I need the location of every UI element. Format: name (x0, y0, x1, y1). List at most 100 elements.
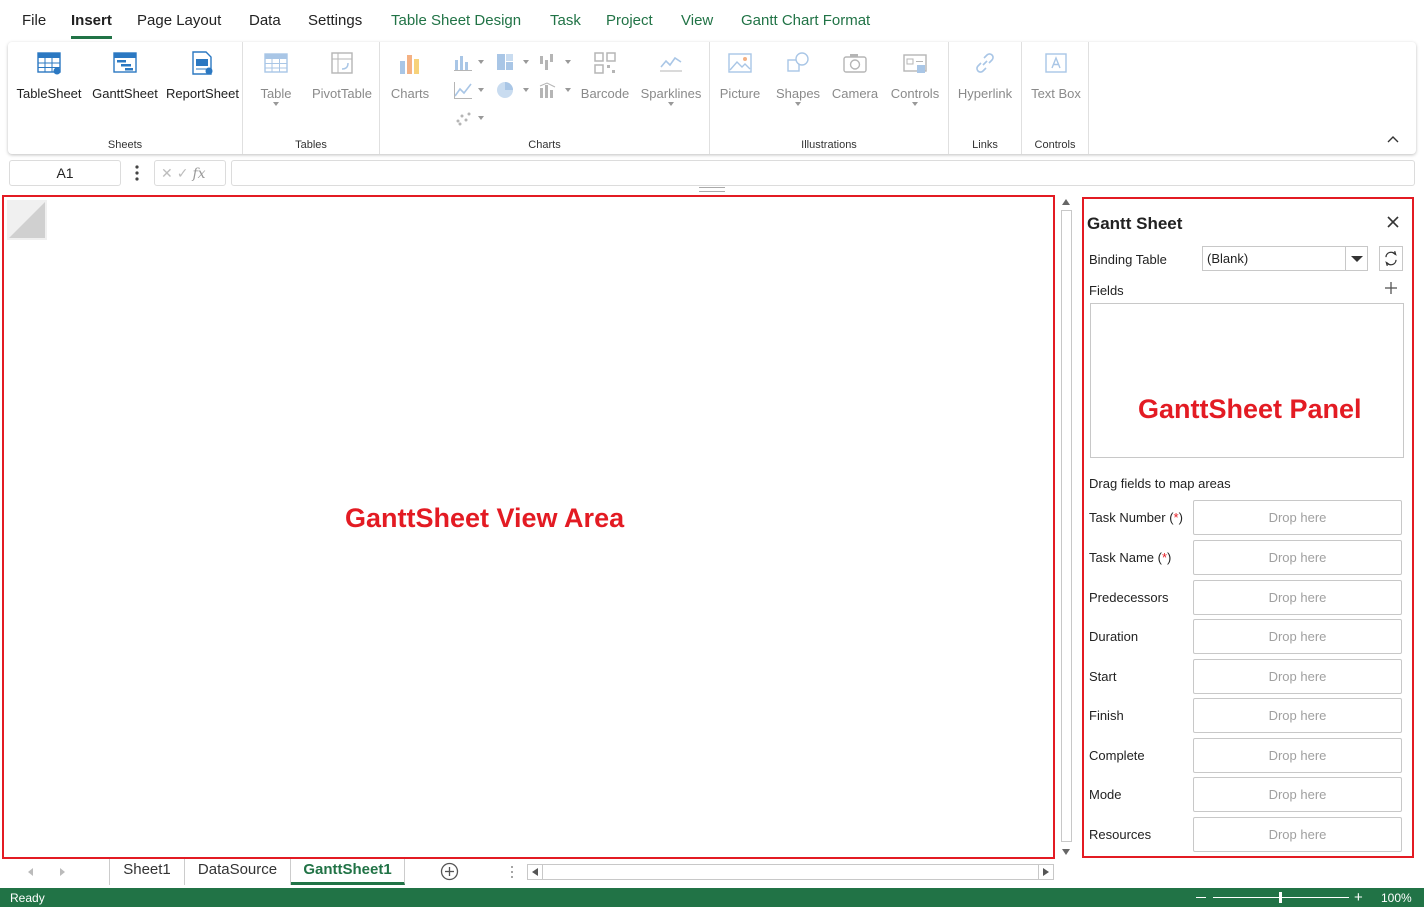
collapse-ribbon-icon[interactable] (1386, 134, 1400, 144)
mapping-label-task-number: Task Number (*) (1089, 510, 1183, 525)
name-box[interactable]: A1 (9, 160, 121, 186)
zoom-level[interactable]: 100% (1381, 891, 1412, 905)
controls-dropdown-caret[interactable] (912, 102, 918, 106)
more-options-icon[interactable] (131, 162, 143, 184)
text-box-icon (1045, 53, 1067, 73)
table-dropdown-caret[interactable] (273, 102, 279, 106)
tab-task[interactable]: Task (550, 12, 581, 29)
tab-settings[interactable]: Settings (308, 12, 362, 29)
horizontal-scrollbar[interactable] (527, 864, 1054, 880)
zoom-slider-thumb[interactable] (1279, 892, 1282, 903)
vertical-scrollbar[interactable] (1059, 196, 1074, 858)
formula-bar-resize-handle[interactable] (699, 187, 725, 192)
close-icon[interactable] (1385, 214, 1401, 230)
text-box-button[interactable]: Text Box (1028, 50, 1084, 101)
camera-button[interactable]: Camera (830, 50, 880, 101)
cancel-icon[interactable]: ✕ (161, 165, 177, 181)
picture-icon (728, 53, 752, 73)
scroll-right-arrow-icon[interactable] (1043, 868, 1049, 876)
drop-zone-complete[interactable]: Drop here (1193, 738, 1402, 773)
map-areas-label: Drag fields to map areas (1089, 476, 1231, 491)
pivottable-label: PivotTable (312, 86, 372, 101)
picture-button[interactable]: Picture (716, 50, 764, 101)
tab-split-handle-icon[interactable] (510, 864, 514, 880)
formula-input[interactable] (231, 160, 1415, 186)
prev-sheet-arrow-icon[interactable] (28, 868, 33, 876)
scroll-down-arrow-icon[interactable] (1062, 849, 1070, 855)
tablesheet-icon (37, 52, 61, 75)
charts-button[interactable]: Charts (388, 50, 432, 101)
sheet-tab-ganttsheet1[interactable]: GanttSheet1 (291, 859, 405, 885)
shapes-dropdown-caret[interactable] (795, 102, 801, 106)
tab-file[interactable]: File (22, 12, 46, 29)
scatter-chart-icon[interactable] (453, 108, 473, 128)
tab-project[interactable]: Project (606, 12, 653, 29)
pie-chart-caret[interactable] (523, 88, 529, 92)
camera-icon (843, 54, 867, 73)
hierarchy-chart-caret[interactable] (523, 60, 529, 64)
drop-zone-predecessors[interactable]: Drop here (1193, 580, 1402, 615)
sparklines-button[interactable]: Sparklines (640, 50, 702, 106)
ganttsheet-panel: Gantt Sheet Binding Table (Blank) Fields… (1082, 197, 1414, 858)
reportsheet-button[interactable]: ReportSheet (166, 50, 239, 101)
column-chart-icon[interactable] (453, 52, 473, 72)
binding-table-select[interactable]: (Blank) (1202, 246, 1368, 271)
insert-function-icon[interactable]: fx (192, 166, 205, 182)
tab-table-sheet-design[interactable]: Table Sheet Design (391, 12, 521, 29)
tablesheet-button[interactable]: TableSheet (16, 50, 82, 101)
table-button[interactable]: Table (253, 50, 299, 106)
status-text: Ready (10, 891, 45, 905)
drop-zone-task-number[interactable]: Drop here (1193, 500, 1402, 535)
zoom-in-icon[interactable]: + (1354, 890, 1363, 905)
barcode-button[interactable]: Barcode (580, 50, 630, 101)
pie-chart-icon[interactable] (495, 80, 515, 100)
refresh-button[interactable] (1379, 246, 1403, 271)
next-sheet-arrow-icon[interactable] (60, 868, 65, 876)
confirm-icon[interactable]: ✓ (177, 165, 193, 181)
scroll-left-arrow-icon[interactable] (532, 868, 538, 876)
shapes-button[interactable]: Shapes (774, 50, 822, 106)
select-all-corner[interactable] (7, 200, 47, 240)
waterfall-chart-caret[interactable] (565, 60, 571, 64)
drop-zone-task-name[interactable]: Drop here (1193, 540, 1402, 575)
column-chart-caret[interactable] (478, 60, 484, 64)
tab-insert[interactable]: Insert (71, 12, 112, 39)
drop-zone-duration[interactable]: Drop here (1193, 619, 1402, 654)
line-chart-icon[interactable] (453, 80, 473, 100)
add-field-icon[interactable] (1384, 281, 1398, 295)
tab-page-layout[interactable]: Page Layout (137, 12, 221, 29)
drop-zone-resources[interactable]: Drop here (1193, 817, 1402, 852)
sparklines-dropdown-caret[interactable] (668, 102, 674, 106)
controls-icon (903, 54, 927, 73)
ribbon-group-label-sheets: Sheets (107, 139, 143, 151)
drop-zone-start[interactable]: Drop here (1193, 659, 1402, 694)
scatter-chart-caret[interactable] (478, 116, 484, 120)
hyperlink-button[interactable]: Hyperlink (955, 50, 1015, 101)
waterfall-chart-icon[interactable] (538, 52, 558, 72)
tab-view[interactable]: View (681, 12, 713, 29)
ganttsheet-button[interactable]: GanttSheet (91, 50, 159, 101)
mapping-label-text: Resources (1089, 827, 1152, 842)
sheet-tab-sheet1[interactable]: Sheet1 (109, 859, 185, 885)
hierarchy-chart-icon[interactable] (495, 52, 515, 72)
table-label: Table (260, 86, 292, 101)
tab-data[interactable]: Data (249, 12, 281, 29)
scroll-up-arrow-icon[interactable] (1062, 199, 1070, 205)
combo-chart-caret[interactable] (565, 88, 571, 92)
drop-zone-mode[interactable]: Drop here (1193, 777, 1402, 812)
combo-chart-icon[interactable] (538, 80, 558, 100)
add-sheet-icon[interactable] (440, 862, 459, 881)
tab-gantt-chart-format[interactable]: Gantt Chart Format (741, 12, 870, 29)
vertical-scroll-track[interactable] (1061, 210, 1072, 842)
hyperlink-icon (976, 53, 994, 73)
drop-zone-finish[interactable]: Drop here (1193, 698, 1402, 733)
sheet-tab-datasource[interactable]: DataSource (185, 859, 291, 885)
pivottable-button[interactable]: PivotTable (309, 50, 375, 101)
chevron-down-icon[interactable] (1345, 247, 1367, 270)
line-chart-caret[interactable] (478, 88, 484, 92)
controls-label: Controls (890, 86, 940, 101)
fields-list[interactable]: GanttSheet Panel (1090, 303, 1404, 458)
zoom-out-icon[interactable] (1196, 897, 1206, 898)
ganttsheet-view-area[interactable]: GanttSheet View Area (2, 195, 1055, 859)
controls-button[interactable]: Controls (888, 50, 942, 106)
